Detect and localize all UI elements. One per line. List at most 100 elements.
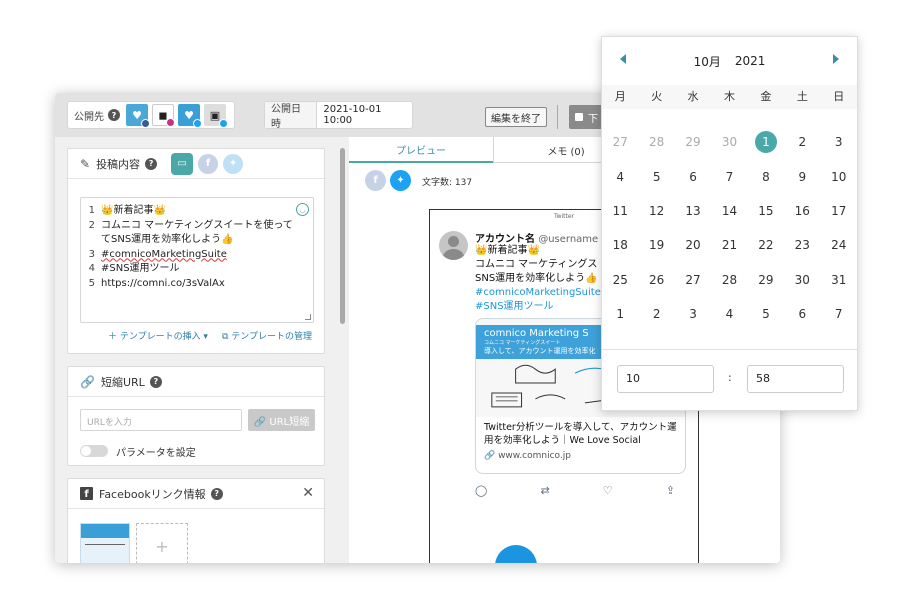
calendar-day[interactable]: 27 bbox=[675, 263, 711, 297]
calendar-day[interactable]: 22 bbox=[748, 228, 784, 262]
calendar-day[interactable]: 14 bbox=[711, 194, 747, 228]
calendar-day[interactable]: 2 bbox=[638, 297, 674, 331]
calendar-day[interactable]: 4 bbox=[602, 159, 638, 193]
calendar-day[interactable]: 6 bbox=[675, 159, 711, 193]
calendar-day[interactable]: 27 bbox=[602, 125, 638, 159]
calendar-day[interactable]: 28 bbox=[638, 125, 674, 159]
next-month-icon[interactable] bbox=[833, 54, 839, 64]
post-content-header: ✎ 投稿内容 ? ▭ f ✦ bbox=[68, 149, 324, 179]
link-icon: 🔗 bbox=[80, 374, 95, 389]
shorten-url-button[interactable]: 🔗 URL短縮 bbox=[248, 409, 315, 431]
calendar-day[interactable]: 15 bbox=[748, 194, 784, 228]
facebook-network-button[interactable]: f bbox=[198, 153, 219, 174]
reply-icon[interactable]: ◯ bbox=[475, 484, 487, 497]
day-number: 7 bbox=[834, 307, 843, 322]
calendar-day[interactable]: 1 bbox=[602, 297, 638, 331]
calendar-day[interactable]: 24 bbox=[821, 228, 857, 262]
instagram-badge-icon bbox=[166, 118, 175, 127]
calendar-day[interactable]: 25 bbox=[602, 263, 638, 297]
help-icon[interactable]: ? bbox=[149, 375, 162, 388]
line-number: 4 bbox=[88, 263, 95, 274]
calendar-day[interactable]: 3 bbox=[675, 297, 711, 331]
insert-template-link[interactable]: ＋ テンプレートの挿入 ▾ bbox=[108, 329, 208, 342]
add-thumbnail-button[interactable]: + bbox=[136, 523, 188, 563]
preview-twitter-button[interactable]: ✦ bbox=[390, 170, 411, 191]
calendar-day[interactable]: 19 bbox=[638, 228, 674, 262]
calendar-day[interactable]: 29 bbox=[675, 125, 711, 159]
comnico-network-button[interactable]: ▭ bbox=[171, 152, 194, 175]
calendar-day[interactable]: 17 bbox=[821, 194, 857, 228]
calendar-day[interactable]: 23 bbox=[784, 228, 820, 262]
calendar-day[interactable]: 30 bbox=[784, 263, 820, 297]
calendar-day[interactable]: 5 bbox=[638, 159, 674, 193]
day-number: 30 bbox=[794, 272, 810, 287]
publish-date-input[interactable]: 2021-10-01 10:00 bbox=[317, 104, 412, 126]
day-number: 2 bbox=[652, 307, 661, 322]
emoji-picker-icon[interactable]: ◡ bbox=[296, 203, 309, 216]
calendar-day[interactable]: 12 bbox=[638, 194, 674, 228]
like-icon[interactable]: ♡ bbox=[603, 484, 613, 497]
tab-preview[interactable]: プレビュー bbox=[349, 137, 493, 163]
facebook-icon: f bbox=[80, 487, 93, 500]
calendar-day[interactable]: 29 bbox=[748, 263, 784, 297]
help-icon[interactable]: ? bbox=[210, 487, 223, 500]
calendar-day[interactable]: 20 bbox=[675, 228, 711, 262]
tweet-line: 👑新着記事👑 bbox=[475, 245, 540, 256]
calendar-day[interactable]: 4 bbox=[711, 297, 747, 331]
calendar-day[interactable]: 6 bbox=[784, 297, 820, 331]
parameter-toggle[interactable] bbox=[80, 445, 108, 457]
calendar-day[interactable]: 26 bbox=[638, 263, 674, 297]
url-input[interactable]: URLを入力 bbox=[80, 409, 242, 431]
calendar-day-selected[interactable]: 1 bbox=[748, 125, 784, 159]
account-avatar-2[interactable]: ◼ bbox=[152, 104, 175, 127]
calendar-day[interactable]: 31 bbox=[821, 263, 857, 297]
facebook-link-title: Facebookリンク情報 bbox=[99, 487, 206, 501]
preview-facebook-button[interactable]: f bbox=[365, 170, 386, 191]
minute-input[interactable]: 58 bbox=[747, 365, 844, 393]
calendar-day[interactable]: 13 bbox=[675, 194, 711, 228]
calendar-day[interactable]: 28 bbox=[711, 263, 747, 297]
calendar-day[interactable]: 18 bbox=[602, 228, 638, 262]
day-number: 25 bbox=[612, 272, 628, 287]
calendar-day[interactable]: 30 bbox=[711, 125, 747, 159]
share-icon[interactable]: ⇪ bbox=[666, 484, 675, 497]
left-scrollbar[interactable] bbox=[340, 148, 345, 324]
end-edit-button[interactable]: 編集を終了 bbox=[485, 107, 547, 127]
retweet-icon[interactable]: ⇄ bbox=[540, 484, 549, 497]
day-number: 7 bbox=[725, 169, 734, 184]
calendar-day[interactable]: 16 bbox=[784, 194, 820, 228]
editor-line: 5 https://comni.co/3sValAx bbox=[81, 277, 313, 292]
account-avatar-4[interactable]: ▣ bbox=[204, 104, 228, 128]
calendar-day[interactable]: 7 bbox=[821, 297, 857, 331]
account-avatar-1[interactable]: ♥ bbox=[126, 104, 150, 128]
calendar-day[interactable]: 8 bbox=[748, 159, 784, 193]
close-icon[interactable]: ✕ bbox=[302, 485, 314, 501]
resize-handle[interactable] bbox=[305, 314, 311, 320]
help-icon[interactable]: ? bbox=[145, 157, 158, 170]
account-avatar-3[interactable]: ♥ bbox=[178, 104, 202, 128]
hour-input[interactable]: 10 bbox=[617, 365, 714, 393]
day-number: 31 bbox=[831, 272, 847, 287]
link-thumbnail[interactable] bbox=[80, 523, 130, 563]
calendar-day[interactable]: 2 bbox=[784, 125, 820, 159]
day-number: 27 bbox=[612, 135, 628, 150]
calendar-day[interactable]: 21 bbox=[711, 228, 747, 262]
calendar-day[interactable]: 3 bbox=[821, 125, 857, 159]
twitter-network-button[interactable]: ✦ bbox=[223, 153, 244, 174]
post-text-editor[interactable]: 1 👑新着記事👑 2 コムニコ マーケティングスイートを使って てSNS運用を効率化しよ… bbox=[80, 197, 314, 323]
picker-year: 2021 bbox=[734, 54, 766, 68]
publish-date-group[interactable]: 公開日時 2021-10-01 10:00 bbox=[264, 101, 413, 130]
manage-template-link[interactable]: ⧉ テンプレートの管理 bbox=[222, 329, 312, 342]
calendar-day[interactable]: 11 bbox=[602, 194, 638, 228]
avatar bbox=[439, 231, 468, 260]
calendar-day[interactable]: 7 bbox=[711, 159, 747, 193]
day-number: 26 bbox=[648, 272, 665, 287]
help-icon[interactable]: ? bbox=[108, 109, 120, 121]
calendar-day[interactable]: 5 bbox=[748, 297, 784, 331]
facebook-link-card: f Facebookリンク情報 ? ✕ + bbox=[67, 478, 325, 563]
day-number: 29 bbox=[758, 272, 774, 287]
calendar-day[interactable]: 10 bbox=[821, 159, 857, 193]
parameter-toggle-label: パラメータを設定 bbox=[116, 448, 196, 459]
calendar-day[interactable]: 9 bbox=[784, 159, 820, 193]
day-number: 17 bbox=[831, 203, 847, 218]
